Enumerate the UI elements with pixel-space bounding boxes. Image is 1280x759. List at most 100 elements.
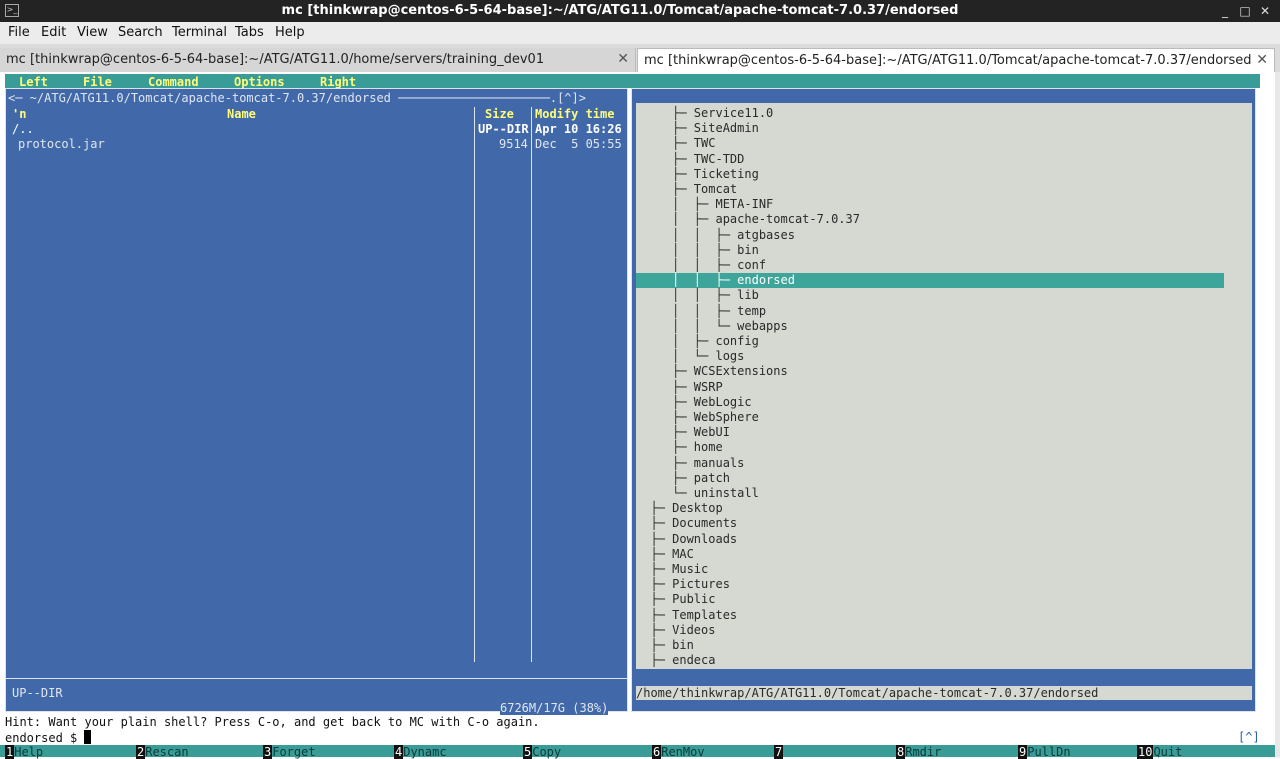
tree-item-selected[interactable]: │ │ ├─ endorsed xyxy=(636,273,1224,288)
fkey-rmdir[interactable]: 8Rmdir xyxy=(896,745,941,759)
tree-item[interactable]: │ ├─ config xyxy=(636,334,759,349)
tab-close-icon[interactable]: ✕ xyxy=(617,51,629,67)
tree-item[interactable]: ├─ Public xyxy=(636,592,715,607)
mc-menu-right[interactable]: Right xyxy=(320,75,356,89)
tree-item[interactable]: │ │ ├─ lib xyxy=(636,288,759,303)
mc-menu-bar: Left File Command Options Right xyxy=(5,74,1260,89)
directory-tree[interactable]: ├─ Service11.0 ├─ SiteAdmin ├─ TWC ├─ TW… xyxy=(636,103,1252,669)
tree-item[interactable]: │ │ ├─ atgbases xyxy=(636,228,795,243)
tree-item[interactable]: ├─ Tomcat xyxy=(636,182,737,197)
file-size: 9514 xyxy=(499,137,528,151)
tree-item[interactable]: └─ uninstall xyxy=(636,486,759,501)
tab-label: mc [thinkwrap@centos-6-5-64-base]:~/ATG/… xyxy=(6,52,545,67)
fkey-help[interactable]: 1Help xyxy=(5,745,43,759)
function-key-bar: 1Help 2Rescan 3Forget 4Dynamc 5Copy 6Ren… xyxy=(0,745,1275,759)
menu-edit[interactable]: Edit xyxy=(41,25,66,40)
tree-item[interactable]: ├─ MAC xyxy=(636,547,693,562)
tree-item[interactable]: ├─ Service11.0 xyxy=(636,106,773,121)
terminal-area[interactable]: Left File Command Options Right <─ ~/ATG… xyxy=(0,72,1275,759)
fkey-copy[interactable]: 5Copy xyxy=(523,745,561,759)
file-size: UP--DIR xyxy=(478,122,529,136)
tab-bar: mc [thinkwrap@centos-6-5-64-base]:~/ATG/… xyxy=(0,44,1280,73)
file-mtime: Dec 5 05:55 xyxy=(535,137,622,151)
tree-item[interactable]: ├─ WebLogic xyxy=(636,395,751,410)
prompt-text: endorsed $ xyxy=(5,731,85,745)
column-name-header[interactable]: Name xyxy=(227,107,256,121)
tree-item[interactable]: ├─ WSRP xyxy=(636,380,723,395)
tree-item[interactable]: │ └─ logs xyxy=(636,349,744,364)
left-panel-status: UP--DIR xyxy=(12,686,63,700)
scroll-indicator[interactable]: [^] xyxy=(1238,730,1260,744)
column-divider xyxy=(531,107,532,662)
fkey-7[interactable]: 7 xyxy=(774,745,784,759)
fkey-renmov[interactable]: 6RenMov xyxy=(652,745,705,759)
terminal-scrollbar[interactable] xyxy=(1275,72,1280,757)
window-titlebar: >_ mc [thinkwrap@centos-6-5-64-base]:~/A… xyxy=(0,0,1280,22)
menu-help[interactable]: Help xyxy=(275,25,305,40)
tree-item[interactable]: ├─ TWC-TDD xyxy=(636,152,744,167)
mc-menu-file[interactable]: File xyxy=(83,75,112,89)
text-cursor xyxy=(84,730,92,744)
fkey-quit[interactable]: 10Quit xyxy=(1137,745,1182,759)
tree-item[interactable]: ├─ WebUI xyxy=(636,425,730,440)
column-divider xyxy=(474,107,475,662)
sort-indicator[interactable]: 'n xyxy=(12,107,26,121)
tree-item[interactable]: ├─ patch xyxy=(636,471,730,486)
tree-item[interactable]: │ │ └─ webapps xyxy=(636,319,788,334)
fkey-rescan[interactable]: 2Rescan xyxy=(136,745,189,759)
tree-item[interactable]: ├─ SiteAdmin xyxy=(636,121,759,136)
tree-item[interactable]: ├─ WCSExtensions xyxy=(636,364,788,379)
tree-item[interactable]: │ ├─ apache-tomcat-7.0.37 xyxy=(636,212,860,227)
tree-selected-path: /home/thinkwrap/ATG/ATG11.0/Tomcat/apach… xyxy=(636,686,1252,700)
tree-item[interactable]: ├─ TWC xyxy=(636,136,715,151)
file-name: /.. xyxy=(12,122,34,136)
tab-training-dev01[interactable]: mc [thinkwrap@centos-6-5-64-base]:~/ATG/… xyxy=(0,48,636,72)
tree-item[interactable]: ├─ bin xyxy=(636,638,693,653)
left-panel-path: <─ ~/ATG/ATG11.0/Tomcat/apache-tomcat-7.… xyxy=(8,91,586,105)
column-size-header[interactable]: Size xyxy=(485,107,514,121)
fkey-forget[interactable]: 3Forget xyxy=(263,745,316,759)
menu-search[interactable]: Search xyxy=(118,25,163,40)
tree-item[interactable]: ├─ Desktop xyxy=(636,501,722,516)
fkey-pulldn[interactable]: 9PullDn xyxy=(1018,745,1071,759)
tab-endorsed[interactable]: mc [thinkwrap@centos-6-5-64-base]:~/ATG/… xyxy=(637,48,1275,72)
menu-file[interactable]: File xyxy=(8,25,30,40)
menu-view[interactable]: View xyxy=(77,25,108,40)
right-tree-panel[interactable]: ├─ Service11.0 ├─ SiteAdmin ├─ TWC ├─ TW… xyxy=(631,88,1256,712)
tree-item[interactable]: ├─ Templates xyxy=(636,608,737,623)
maximize-button[interactable]: □ xyxy=(1236,2,1254,20)
tree-item[interactable]: │ │ ├─ bin xyxy=(636,243,759,258)
tree-item[interactable]: ├─ Ticketing xyxy=(636,167,759,182)
minimize-button[interactable]: _ xyxy=(1216,2,1234,20)
tree-item[interactable]: ├─ Documents xyxy=(636,516,737,531)
tree-item[interactable]: ├─ manuals xyxy=(636,456,744,471)
panel-divider xyxy=(6,678,627,679)
tab-label: mc [thinkwrap@centos-6-5-64-base]:~/ATG/… xyxy=(644,53,1252,68)
tree-item[interactable]: │ ├─ META-INF xyxy=(636,197,773,212)
tree-item[interactable]: │ │ ├─ temp xyxy=(636,304,766,319)
mc-menu-options[interactable]: Options xyxy=(234,75,285,89)
fkey-dynamc[interactable]: 4Dynamc xyxy=(394,745,447,759)
mc-menu-left[interactable]: Left xyxy=(19,75,48,89)
tree-item[interactable]: ├─ Downloads xyxy=(636,532,737,547)
tab-close-icon[interactable]: ✕ xyxy=(1256,52,1268,68)
tree-item[interactable]: ├─ endeca xyxy=(636,653,715,668)
tree-item[interactable]: │ │ ├─ conf xyxy=(636,258,766,273)
left-file-panel[interactable]: <─ ~/ATG/ATG11.0/Tomcat/apache-tomcat-7.… xyxy=(5,88,628,715)
menu-terminal[interactable]: Terminal xyxy=(172,25,227,40)
tree-item[interactable]: ├─ Videos xyxy=(636,623,715,638)
file-name: protocol.jar xyxy=(18,137,105,151)
close-window-button[interactable]: ✕ xyxy=(1256,2,1274,20)
file-mtime: Apr 10 16:26 xyxy=(535,122,622,136)
tree-item[interactable]: ├─ home xyxy=(636,440,723,455)
menu-tabs[interactable]: Tabs xyxy=(235,25,264,40)
tree-item[interactable]: ├─ Music xyxy=(636,562,708,577)
tree-item[interactable]: ├─ WebSphere xyxy=(636,410,759,425)
hint-line: Hint: Want your plain shell? Press C-o, … xyxy=(5,715,540,729)
mc-menu-command[interactable]: Command xyxy=(148,75,199,89)
tree-item[interactable]: ├─ Pictures xyxy=(636,577,729,592)
shell-prompt[interactable]: endorsed $ xyxy=(5,730,92,745)
free-space-readout: 6726M/17G (38%) xyxy=(500,701,609,715)
column-mtime-header[interactable]: Modify time xyxy=(535,107,614,121)
window-title: mc [thinkwrap@centos-6-5-64-base]:~/ATG/… xyxy=(281,3,959,18)
